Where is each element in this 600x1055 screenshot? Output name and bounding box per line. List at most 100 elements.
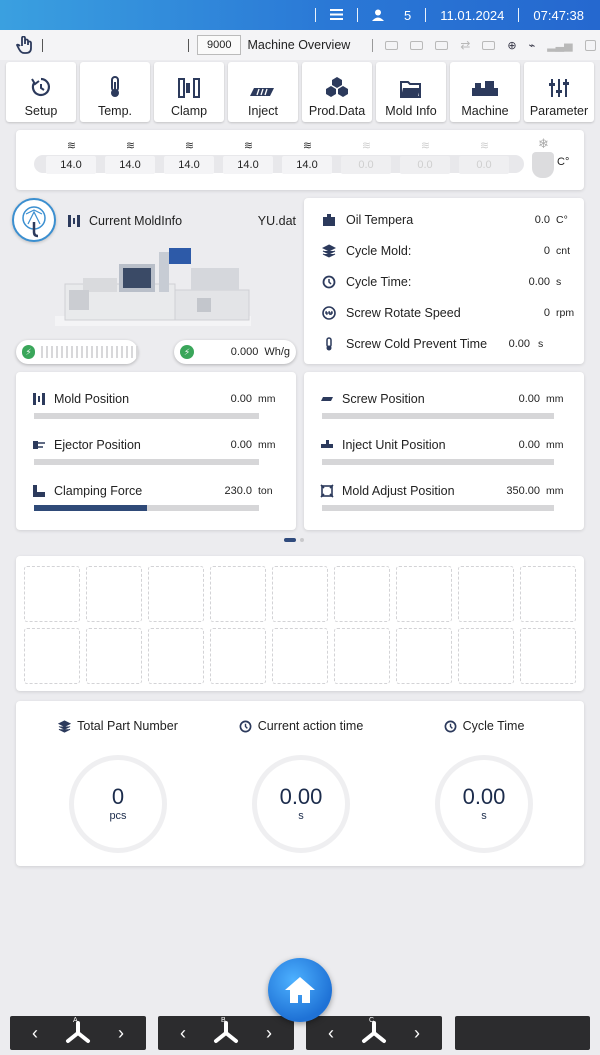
shortcut-slot[interactable] <box>148 566 204 622</box>
heater-icon: ≋ <box>420 140 430 152</box>
temperature-zone[interactable]: ≋ 0.0 <box>400 140 450 174</box>
heater-icon: ≋ <box>302 140 312 152</box>
shortcut-slot[interactable] <box>210 566 266 622</box>
stat-screw-rotate-speed: Screw Rotate Speed 0 rpm <box>322 303 576 323</box>
shortcut-slot[interactable] <box>210 628 266 684</box>
shortcut-slot[interactable] <box>458 628 514 684</box>
function-key-d[interactable] <box>455 1016 590 1050</box>
shortcut-slot[interactable] <box>24 628 80 684</box>
shortcut-slot[interactable] <box>334 566 390 622</box>
oil-temp-icon <box>323 214 335 226</box>
mold-status-icon <box>410 40 424 50</box>
shortcut-slot[interactable] <box>24 566 80 622</box>
temperature-zone[interactable]: ≋ 14.0 <box>105 141 155 174</box>
nav-setup[interactable]: Setup <box>6 62 76 122</box>
temperature-zone[interactable]: ≋ 14.0 <box>46 141 96 174</box>
shortcut-slot[interactable] <box>396 566 452 622</box>
signal-icon: ▂▃▅ <box>547 39 573 52</box>
shortcut-slot[interactable] <box>272 628 328 684</box>
shortcut-grid <box>16 556 584 691</box>
shortcut-slot[interactable] <box>86 566 142 622</box>
mold-file-name[interactable]: YU.dat <box>258 214 296 228</box>
shortcut-slot[interactable] <box>520 566 576 622</box>
energy-eco-icon: ⚡ <box>180 345 194 359</box>
touch-badge[interactable] <box>12 198 56 242</box>
separator <box>315 8 317 22</box>
mold-adjust-icon <box>320 484 334 498</box>
nav-label: Mold Info <box>385 104 437 118</box>
clamp-icon <box>68 215 80 227</box>
clamp-icon <box>178 78 200 98</box>
next-icon[interactable]: › <box>266 1023 272 1044</box>
function-key-a[interactable]: ‹ A › <box>10 1016 146 1050</box>
zone-value: 0.0 <box>341 156 391 174</box>
page-dot-active[interactable] <box>284 538 296 542</box>
nav-prod-data[interactable]: Prod.Data <box>302 62 372 122</box>
page-indicator[interactable] <box>284 538 304 542</box>
prev-icon[interactable]: ‹ <box>180 1023 186 1044</box>
next-icon[interactable]: › <box>118 1023 124 1044</box>
boxes-icon <box>326 77 348 97</box>
home-button[interactable] <box>268 958 332 1022</box>
nav-parameter[interactable]: Parameter <box>524 62 594 122</box>
clamping-force-icon <box>33 485 45 497</box>
home-icon <box>285 977 315 1003</box>
screw-speed-icon <box>322 306 336 320</box>
menu-icon[interactable] <box>330 8 344 23</box>
temperature-zone[interactable]: ≋ 14.0 <box>282 140 332 174</box>
hand-icon[interactable] <box>16 36 32 54</box>
clock-icon <box>239 720 252 732</box>
current-action-time: Current action time 0.00 s <box>211 719 391 853</box>
nav-clamp[interactable]: Clamp <box>154 62 224 122</box>
temperature-zone[interactable]: ≋ 14.0 <box>223 141 273 174</box>
action-time-gauge: 0.00 s <box>252 755 350 853</box>
temperature-zone[interactable]: ≋ 0.0 <box>459 141 509 174</box>
zone-value: 0.0 <box>400 156 450 174</box>
nav-inject[interactable]: Inject <box>228 62 298 122</box>
shortcut-slot[interactable] <box>520 628 576 684</box>
shortcut-slot[interactable] <box>86 628 142 684</box>
thermometer-icon <box>111 76 119 97</box>
next-icon[interactable]: › <box>414 1023 420 1044</box>
function-key-b[interactable]: ‹ B › <box>158 1016 294 1050</box>
nav-mold-info[interactable]: Mold Info <box>376 62 446 122</box>
alarm-status-icon <box>584 39 596 51</box>
temperature-panel[interactable]: ≋ 14.0 ≋ 14.0 ≋ 14.0 ≋ 14.0 ≋ 14.0 ≋ 0.0 ≋ 0.0 ≋ 0.0 ❄ … <box>16 130 584 190</box>
separator <box>357 8 359 22</box>
stat-cycle-mold: Cycle Mold: 0 cnt <box>322 241 576 261</box>
prev-icon[interactable]: ‹ <box>328 1023 334 1044</box>
user-count[interactable]: 5 <box>372 8 411 23</box>
nav-label: Machine <box>461 104 509 118</box>
layers-icon <box>322 244 336 258</box>
temperature-zone[interactable]: ≋ 14.0 <box>164 141 214 174</box>
shortcut-slot[interactable] <box>148 628 204 684</box>
shortcut-slot[interactable] <box>396 628 452 684</box>
nav-temp[interactable]: Temp. <box>80 62 150 122</box>
zone-value: 14.0 <box>105 156 155 174</box>
machine-id[interactable]: 9000 <box>197 35 242 55</box>
function-key-c[interactable]: ‹ C › <box>306 1016 442 1050</box>
progress-fill <box>34 505 147 511</box>
clock: 07:47:38 <box>533 7 584 23</box>
page-dot[interactable] <box>300 538 304 542</box>
nozzle <box>532 152 554 178</box>
clamp-icon <box>33 393 45 405</box>
progress-track <box>34 505 259 511</box>
shortcut-slot[interactable] <box>458 566 514 622</box>
shortcut-slot[interactable] <box>334 628 390 684</box>
shortcut-slot[interactable] <box>272 566 328 622</box>
prev-icon[interactable]: ‹ <box>32 1023 38 1044</box>
ejector-fan-icon: C <box>359 1017 389 1045</box>
stat-screw-cold-prevent-time: Screw Cold Prevent Time 0.00 s <box>322 334 576 354</box>
process-stats-panel: Oil Tempera 0.0 C° Cycle Mold: 0 cnt Cyc… <box>304 198 584 364</box>
nav-label: Prod.Data <box>308 104 366 118</box>
network-icon: ⊕ <box>507 39 517 52</box>
zone-value: 14.0 <box>46 156 96 174</box>
thermometer-icon <box>326 337 332 351</box>
nav-label: Inject <box>248 104 278 118</box>
ejector-fan-icon: A <box>63 1017 93 1045</box>
mold-position: Mold Position 0.00 mm <box>32 390 282 419</box>
nav-machine[interactable]: Machine <box>450 62 520 122</box>
ejector-icon <box>33 441 45 449</box>
temperature-zone[interactable]: ≋ 0.0 <box>341 141 391 174</box>
